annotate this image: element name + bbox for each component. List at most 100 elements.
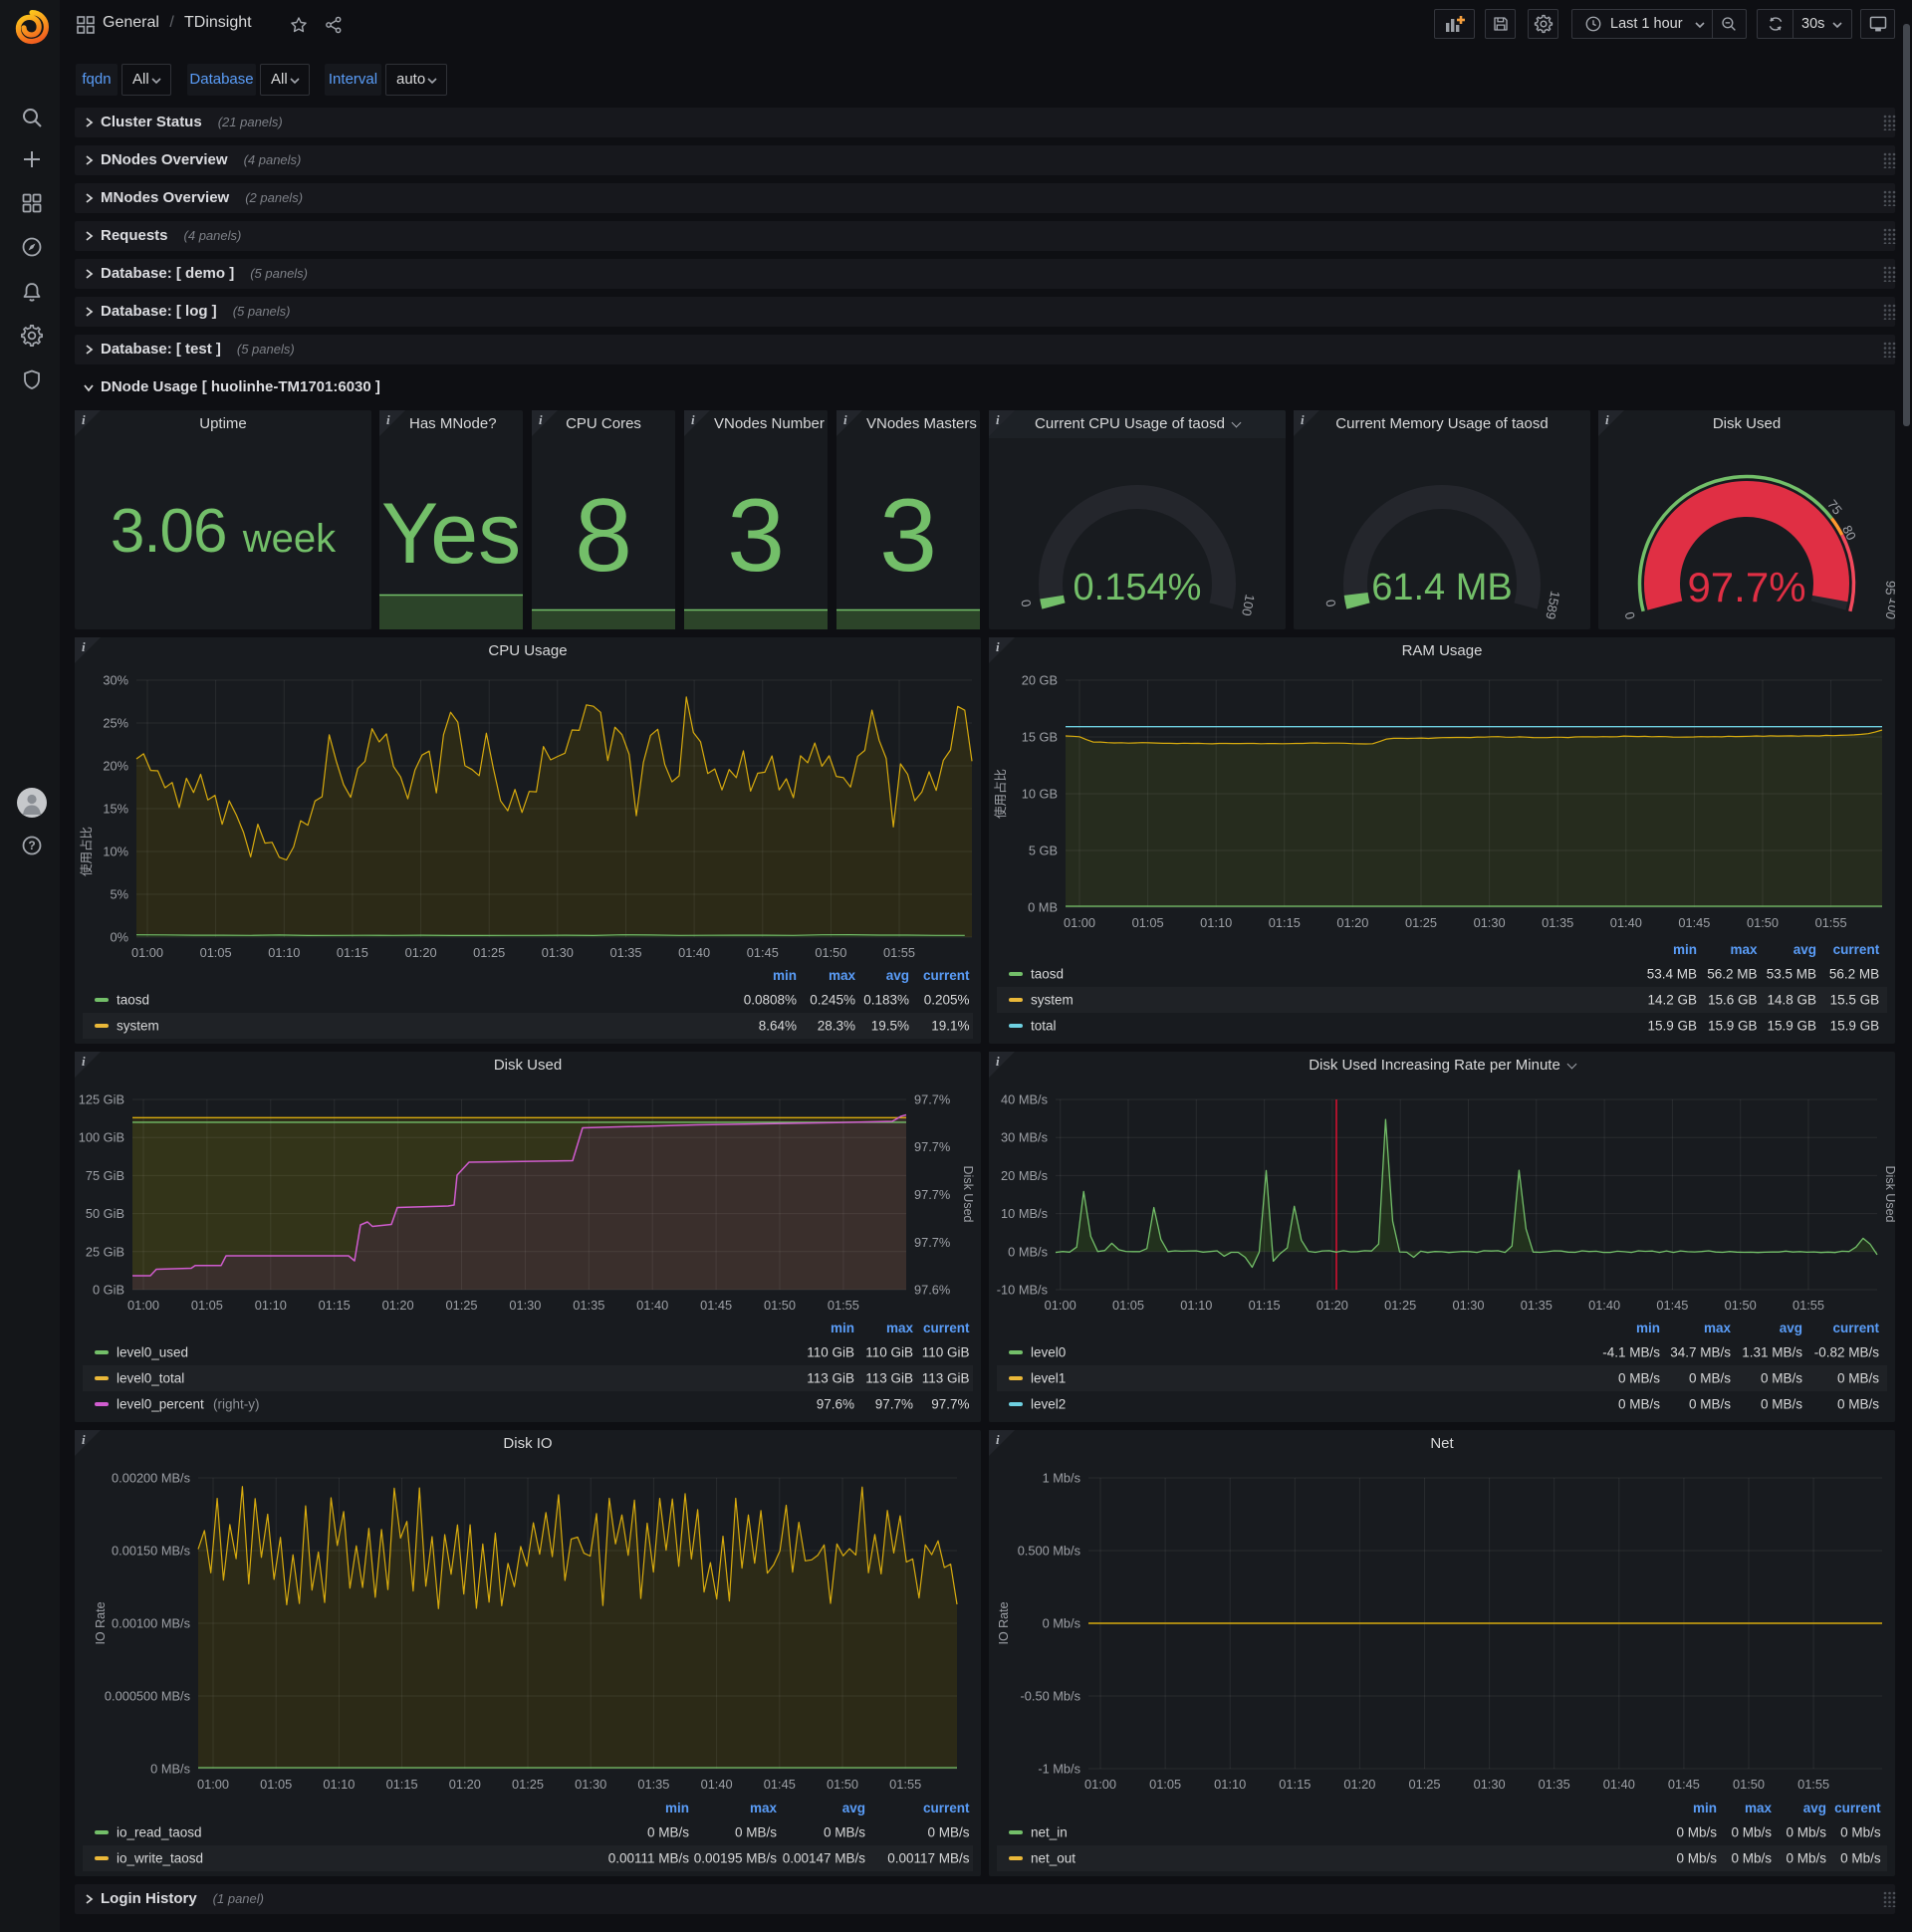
svg-text:113 GiB: 113 GiB: [807, 1371, 854, 1386]
svg-text:0 MB: 0 MB: [1028, 900, 1058, 915]
svg-text:01:10: 01:10: [268, 945, 300, 960]
svg-text:-10 MB/s: -10 MB/s: [997, 1283, 1048, 1298]
svg-text:01:15: 01:15: [337, 945, 368, 960]
svg-text:01:50: 01:50: [1733, 1777, 1765, 1792]
svg-text:50 GiB: 50 GiB: [86, 1206, 124, 1221]
svg-text:01:15: 01:15: [319, 1298, 351, 1313]
svg-text:01:00: 01:00: [197, 1777, 229, 1792]
svg-text:max: max: [1704, 1321, 1732, 1335]
svg-text:min: min: [831, 1321, 854, 1335]
svg-text:113 GiB: 113 GiB: [865, 1371, 913, 1386]
svg-text:97.7%: 97.7%: [931, 1397, 969, 1412]
svg-text:01:20: 01:20: [382, 1298, 414, 1313]
svg-text:14.2 GB: 14.2 GB: [1647, 993, 1697, 1008]
svg-text:15.6 GB: 15.6 GB: [1708, 993, 1758, 1008]
svg-text:min: min: [1636, 1321, 1660, 1335]
svg-text:80: 80: [1839, 523, 1859, 543]
svg-text:56.2 MB: 56.2 MB: [1829, 967, 1879, 982]
svg-text:01:20: 01:20: [449, 1777, 481, 1792]
svg-text:01:55: 01:55: [889, 1777, 921, 1792]
svg-text:io_read_taosd: io_read_taosd: [117, 1825, 202, 1840]
svg-text:current: current: [923, 1321, 970, 1335]
svg-text:0 MB/s: 0 MB/s: [1008, 1244, 1048, 1259]
svg-text:97.7%: 97.7%: [914, 1235, 950, 1250]
svg-text:0: 0: [1621, 610, 1637, 621]
svg-text:0 MB/s: 0 MB/s: [647, 1825, 689, 1840]
svg-text:20%: 20%: [103, 759, 128, 774]
svg-text:0.183%: 0.183%: [863, 993, 909, 1008]
svg-text:01:00: 01:00: [1064, 915, 1095, 930]
svg-text:Disk Used: Disk Used: [1883, 1166, 1895, 1223]
svg-text:01:10: 01:10: [323, 1777, 355, 1792]
svg-text:0.205%: 0.205%: [924, 993, 970, 1008]
svg-text:level0_percent: level0_percent: [117, 1397, 204, 1412]
svg-text:53.5 MB: 53.5 MB: [1767, 967, 1816, 982]
svg-text:01:50: 01:50: [827, 1777, 858, 1792]
svg-text:01:35: 01:35: [1542, 915, 1573, 930]
svg-text:01:45: 01:45: [1678, 915, 1710, 930]
svg-text:97.7%: 97.7%: [875, 1397, 913, 1412]
svg-text:01:25: 01:25: [473, 945, 505, 960]
svg-text:01:15: 01:15: [1269, 915, 1301, 930]
svg-text:0%: 0%: [111, 930, 129, 945]
svg-text:01:50: 01:50: [1747, 915, 1779, 930]
svg-text:01:10: 01:10: [1214, 1777, 1246, 1792]
svg-text:-0.82 MB/s: -0.82 MB/s: [1814, 1345, 1880, 1360]
svg-text:8.64%: 8.64%: [759, 1019, 797, 1034]
svg-text:01:25: 01:25: [512, 1777, 544, 1792]
svg-text:0 MB/s: 0 MB/s: [150, 1762, 190, 1777]
svg-text:current: current: [1833, 942, 1880, 957]
svg-text:01:40: 01:40: [1588, 1298, 1620, 1313]
svg-text:0: 0: [1322, 599, 1338, 608]
svg-text:01:40: 01:40: [678, 945, 710, 960]
svg-text:0 MB/s: 0 MB/s: [1761, 1371, 1802, 1386]
svg-text:01:35: 01:35: [573, 1298, 604, 1313]
svg-text:avg: avg: [842, 1801, 865, 1815]
svg-text:0.500 Mb/s: 0.500 Mb/s: [1018, 1544, 1080, 1559]
svg-text:01:55: 01:55: [1797, 1777, 1829, 1792]
svg-text:system: system: [1031, 993, 1074, 1008]
svg-text:113 GiB: 113 GiB: [922, 1371, 970, 1386]
svg-text:01:00: 01:00: [127, 1298, 159, 1313]
svg-text:01:35: 01:35: [1521, 1298, 1553, 1313]
svg-text:0.0808%: 0.0808%: [744, 993, 797, 1008]
svg-text:5%: 5%: [111, 887, 129, 902]
svg-text:0 Mb/s: 0 Mb/s: [1786, 1825, 1826, 1840]
svg-text:19.1%: 19.1%: [931, 1019, 969, 1034]
svg-text:01:40: 01:40: [1603, 1777, 1635, 1792]
svg-text:15.5 GB: 15.5 GB: [1830, 993, 1880, 1008]
svg-text:0 MB/s: 0 MB/s: [1837, 1371, 1879, 1386]
svg-text:01:50: 01:50: [764, 1298, 796, 1313]
svg-text:01:45: 01:45: [1668, 1777, 1700, 1792]
svg-text:01:15: 01:15: [386, 1777, 418, 1792]
svg-text:10 GB: 10 GB: [1022, 787, 1058, 802]
svg-text:01:10: 01:10: [255, 1298, 287, 1313]
svg-text:01:55: 01:55: [828, 1298, 859, 1313]
svg-text:97.7%: 97.7%: [1687, 564, 1805, 610]
svg-text:01:55: 01:55: [883, 945, 915, 960]
svg-text:level2: level2: [1031, 1397, 1066, 1412]
svg-text:110 GiB: 110 GiB: [807, 1345, 854, 1360]
svg-text:100: 100: [1239, 594, 1258, 617]
svg-text:14.8 GB: 14.8 GB: [1767, 993, 1816, 1008]
svg-text:min: min: [773, 968, 797, 983]
svg-text:125 GiB: 125 GiB: [79, 1092, 124, 1107]
svg-text:110 GiB: 110 GiB: [865, 1345, 913, 1360]
svg-text:IO Rate: IO Rate: [94, 1601, 108, 1644]
svg-text:current: current: [923, 968, 970, 983]
svg-text:?: ?: [28, 839, 35, 852]
svg-text:min: min: [1693, 1801, 1717, 1815]
svg-text:15.9 GB: 15.9 GB: [1647, 1019, 1697, 1034]
svg-text:0.154%: 0.154%: [1074, 567, 1202, 608]
svg-text:01:05: 01:05: [200, 945, 232, 960]
svg-text:taosd: taosd: [117, 993, 149, 1008]
svg-text:01:40: 01:40: [636, 1298, 668, 1313]
svg-text:5 GB: 5 GB: [1029, 844, 1058, 858]
svg-text:taosd: taosd: [1031, 967, 1064, 982]
svg-text:avg: avg: [1780, 1321, 1802, 1335]
svg-text:01:45: 01:45: [747, 945, 779, 960]
svg-text:0 MB/s: 0 MB/s: [1837, 1397, 1879, 1412]
svg-text:0: 0: [1018, 599, 1034, 608]
svg-text:net_out: net_out: [1031, 1851, 1076, 1866]
svg-text:97.6%: 97.6%: [817, 1397, 854, 1412]
